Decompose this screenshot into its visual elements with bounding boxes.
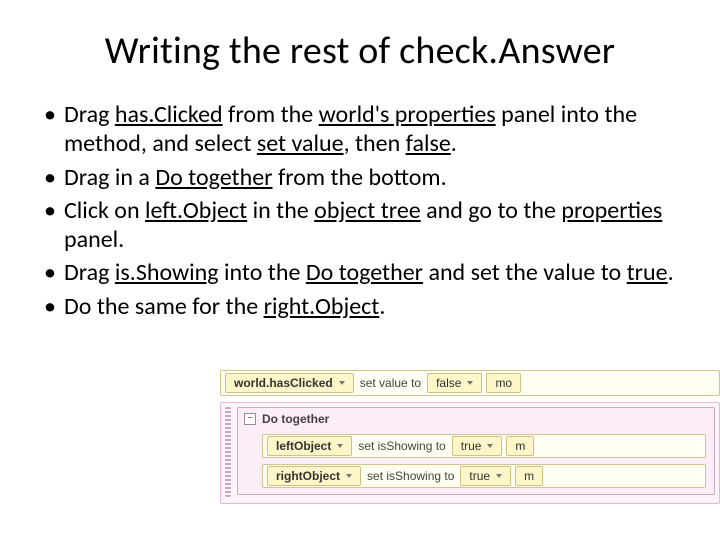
chevron-down-icon xyxy=(467,381,473,385)
slide-title: Writing the rest of check.Answer xyxy=(40,28,680,74)
underlined-text: is.Showing xyxy=(115,258,219,287)
tile-value-true[interactable]: true xyxy=(460,466,511,486)
do-together-body: leftObjectset isShowing totruemrightObje… xyxy=(238,430,714,494)
tile-value-false[interactable]: false xyxy=(427,373,482,393)
set-isshowing-label: set isShowing to xyxy=(365,469,456,483)
text-run: , then xyxy=(344,129,406,158)
chevron-down-icon xyxy=(346,474,352,478)
chevron-down-icon xyxy=(487,444,493,448)
bullet-item: Drag in a Do together from the bottom. xyxy=(40,163,680,192)
tile-more[interactable]: m xyxy=(515,466,543,486)
text-run: Drag xyxy=(64,100,115,129)
text-run: . xyxy=(379,292,385,321)
set-isshowing-label: set isShowing to xyxy=(356,439,447,453)
bullet-item: Drag is.Showing into the Do together and… xyxy=(40,258,680,287)
text-run: and go to the xyxy=(421,196,562,225)
alice-screenshot: world.hasClicked set value to false mo −… xyxy=(220,370,720,530)
text-run: from the xyxy=(223,100,319,129)
collapse-icon[interactable]: − xyxy=(244,413,256,425)
set-value-label: set value to xyxy=(358,376,423,390)
underlined-text: object tree xyxy=(314,196,421,225)
instruction-row-isshowing: leftObject set isShowing to true m xyxy=(262,434,706,458)
underlined-text: world's properties xyxy=(319,100,496,129)
text-run: Do the same for the xyxy=(64,292,264,321)
bullet-item: Drag has.Clicked from the world's proper… xyxy=(40,100,680,159)
tile-label: false xyxy=(436,376,461,390)
underlined-text: has.Clicked xyxy=(115,100,223,129)
chevron-down-icon xyxy=(339,381,345,385)
instruction-row-isshowing: rightObject set isShowing to true m xyxy=(262,464,706,488)
instruction-row-hasclicked: world.hasClicked set value to false mo xyxy=(220,370,720,396)
tile-label: true xyxy=(469,469,490,483)
bullet-list: Drag has.Clicked from the world's proper… xyxy=(40,100,680,321)
text-run: Drag in a xyxy=(64,163,155,192)
drag-handle[interactable] xyxy=(225,407,231,497)
tile-value-true[interactable]: true xyxy=(452,436,503,456)
text-run: into the xyxy=(219,258,306,287)
do-together-block[interactable]: − Do together leftObject set isShowing to… xyxy=(237,407,715,495)
bullet-item: Do the same for the right.Object. xyxy=(40,292,680,321)
underlined-text: properties xyxy=(561,196,662,225)
text-run: Click on xyxy=(64,196,145,225)
underlined-text: false xyxy=(406,129,451,158)
underlined-text: left.Object xyxy=(145,196,247,225)
tile-object[interactable]: leftObject xyxy=(267,436,352,456)
do-together-label: Do together xyxy=(262,412,329,426)
tile-world-hasclicked[interactable]: world.hasClicked xyxy=(225,373,354,393)
tile-object[interactable]: rightObject xyxy=(267,466,361,486)
chevron-down-icon xyxy=(337,444,343,448)
tile-label: mo xyxy=(495,376,512,390)
tile-more[interactable]: m xyxy=(506,436,534,456)
tile-more[interactable]: mo xyxy=(486,373,521,393)
text-run: in the xyxy=(247,196,314,225)
tile-label: rightObject xyxy=(276,469,340,483)
slide: Writing the rest of check.Answer Drag ha… xyxy=(0,0,720,540)
text-run: . xyxy=(668,258,674,287)
do-together-header: − Do together xyxy=(238,408,714,430)
text-run: from the bottom. xyxy=(273,163,447,192)
chevron-down-icon xyxy=(496,474,502,478)
underlined-text: Do together xyxy=(306,258,423,287)
text-run: and set the value to xyxy=(423,258,627,287)
underlined-text: set value xyxy=(257,129,344,158)
tile-label: leftObject xyxy=(276,439,331,453)
text-run: Drag xyxy=(64,258,115,287)
underlined-text: true xyxy=(627,258,668,287)
text-run: panel. xyxy=(64,225,124,254)
tile-label: m xyxy=(515,439,525,453)
outer-container: − Do together leftObject set isShowing to… xyxy=(220,402,720,504)
tile-label: true xyxy=(461,439,482,453)
tile-label: m xyxy=(524,469,534,483)
underlined-text: right.Object xyxy=(264,292,380,321)
tile-label: world.hasClicked xyxy=(234,376,333,390)
bullet-item: Click on left.Object in the object tree … xyxy=(40,196,680,255)
text-run: . xyxy=(451,129,457,158)
underlined-text: Do together xyxy=(155,163,272,192)
